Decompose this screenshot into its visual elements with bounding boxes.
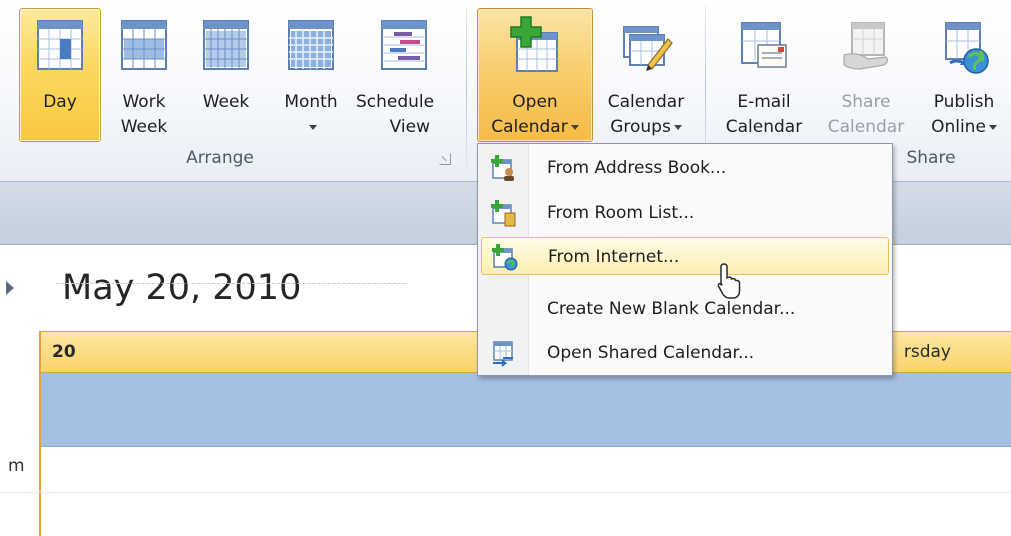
month-view-label: Month (272, 90, 350, 140)
calendar-groups-label: Calendar Groups (607, 92, 685, 137)
menu-item-from-internet[interactable]: From Internet... (481, 237, 889, 275)
dialog-launcher-icon[interactable] (439, 153, 451, 165)
menu-item-label: Open Shared Calendar... (547, 343, 755, 363)
share-group-label: Share (906, 148, 956, 168)
week-view-button[interactable]: Week (189, 8, 263, 142)
email-calendar-button[interactable]: E-mail Calendar (716, 8, 812, 142)
day-view-button[interactable]: Day (19, 8, 101, 142)
chevron-down-icon (570, 124, 579, 130)
time-label: m (8, 456, 25, 476)
day-number: 20 (52, 342, 76, 362)
ribbon-separator (466, 6, 467, 174)
calendar-groups-icon (623, 26, 673, 71)
all-day-events-area[interactable] (40, 373, 1011, 447)
internet-calendar-icon (492, 244, 518, 271)
month-view-icon (288, 20, 334, 70)
day-name: rsday (903, 342, 951, 362)
schedule-view-label: Schedule View (356, 92, 435, 137)
email-calendar-label: E-mail Calendar (725, 92, 803, 137)
publish-online-icon (945, 22, 989, 74)
menu-item-from-address-book[interactable]: From Address Book... (481, 149, 889, 187)
schedule-view-icon (381, 20, 427, 70)
address-book-icon (491, 155, 514, 181)
menu-item-open-shared-calendar[interactable]: Open Shared Calendar... (481, 334, 889, 372)
menu-item-create-new-blank-calendar[interactable]: Create New Blank Calendar... (481, 290, 889, 328)
menu-item-label: From Room List... (547, 203, 695, 223)
open-calendar-icon (510, 16, 558, 72)
expand-navigation-icon[interactable] (6, 281, 14, 295)
arrange-group-label: Arrange (186, 148, 254, 168)
chevron-down-icon (988, 124, 997, 130)
time-column-divider (39, 331, 41, 536)
menu-item-from-room-list[interactable]: From Room List... (481, 194, 889, 232)
shared-calendar-icon (493, 341, 513, 367)
open-calendar-button[interactable]: Open Calendar (477, 8, 593, 142)
menu-item-label: Create New Blank Calendar... (547, 299, 796, 319)
calendar-date-title: May 20, 2010 (62, 268, 302, 308)
work-week-view-button[interactable]: Work Week (107, 8, 181, 142)
menu-separator (56, 283, 406, 284)
work-week-view-label: Work Week (120, 92, 168, 137)
day-view-icon (37, 20, 83, 70)
week-view-label: Week (202, 92, 250, 112)
month-view-button[interactable]: Month (271, 8, 351, 142)
open-calendar-label: Open Calendar (478, 90, 592, 140)
mouse-pointer-icon (717, 263, 741, 299)
publish-online-button[interactable]: Publish Online (918, 8, 1010, 142)
menu-item-label: From Internet... (548, 247, 680, 267)
share-calendar-icon (843, 22, 889, 70)
share-calendar-label: Share Calendar (827, 92, 905, 137)
calendar-groups-button[interactable]: Calendar Groups (596, 8, 696, 142)
publish-online-label: Publish Online (919, 90, 1009, 140)
day-view-label: Day (43, 92, 77, 112)
room-list-icon (491, 200, 516, 227)
schedule-view-button[interactable]: Schedule View (355, 8, 453, 142)
open-calendar-menu: From Address Book... From Room List... F… (477, 143, 893, 376)
menu-item-label: From Address Book... (547, 158, 727, 178)
week-view-icon (203, 20, 249, 70)
chevron-down-icon (673, 124, 682, 130)
work-week-view-icon (121, 20, 167, 70)
email-calendar-icon (741, 22, 787, 68)
chevron-down-icon (308, 124, 317, 130)
hour-gridline (0, 492, 1011, 493)
share-calendar-button[interactable]: Share Calendar (818, 8, 914, 142)
